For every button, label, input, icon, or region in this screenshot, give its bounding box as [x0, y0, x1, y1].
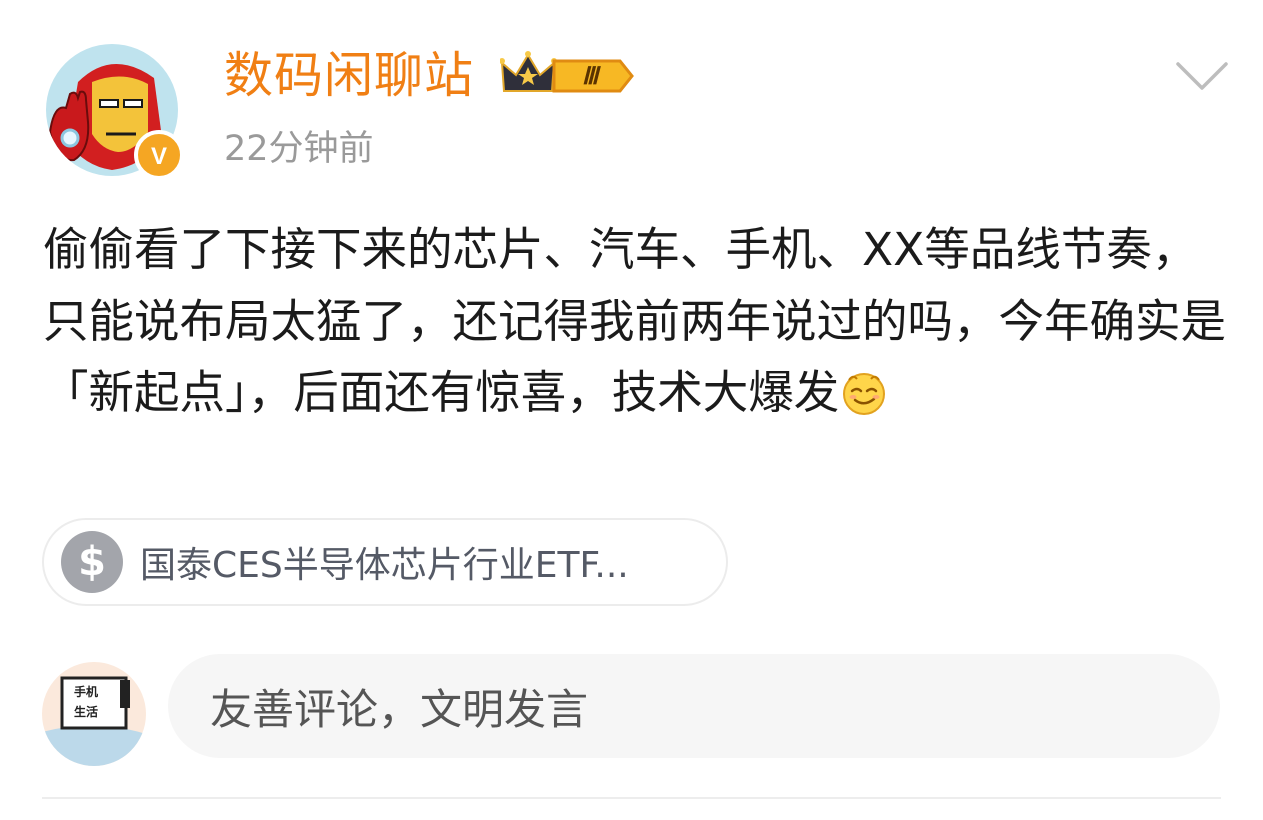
stock-tag-label: 国泰CES半导体芯片行业ETF... [140, 545, 629, 586]
comment-placeholder: 友善评论，文明发言 [210, 684, 589, 734]
verified-mark: V [151, 143, 167, 170]
comment-input[interactable]: 友善评论，文明发言 [168, 654, 1220, 758]
phone-life-avatar-icon: 手机 生活 [42, 662, 146, 766]
post-text: 偷偷看了下接下来的芯片、汽车、手机、XX等品线节奏，只能说布局太猛了，还记得我前… [43, 223, 1227, 419]
dollar-icon: $ [61, 531, 123, 593]
level-badge[interactable]: Ⅲ [499, 49, 636, 101]
avatar-text-line1: 手机 [74, 684, 98, 699]
chevron-down-icon[interactable] [1174, 58, 1230, 94]
avatar-text-line2: 生活 [74, 704, 98, 719]
divider [42, 797, 1221, 799]
smirk-emoji-icon [841, 365, 887, 415]
crown-level-icon: Ⅲ [499, 51, 634, 93]
post-timestamp: 22分钟前 [224, 129, 374, 169]
username[interactable]: 数码闲聊站 [224, 46, 474, 106]
verified-badge-icon: V [134, 130, 184, 180]
post-body: 偷偷看了下接下来的芯片、汽车、手机、XX等品线节奏，只能说布局太猛了，还记得我前… [43, 214, 1228, 429]
stock-tag-chip[interactable]: $ 国泰CES半导体芯片行业ETF... [42, 518, 728, 606]
commenter-avatar[interactable]: 手机 生活 [42, 662, 146, 766]
